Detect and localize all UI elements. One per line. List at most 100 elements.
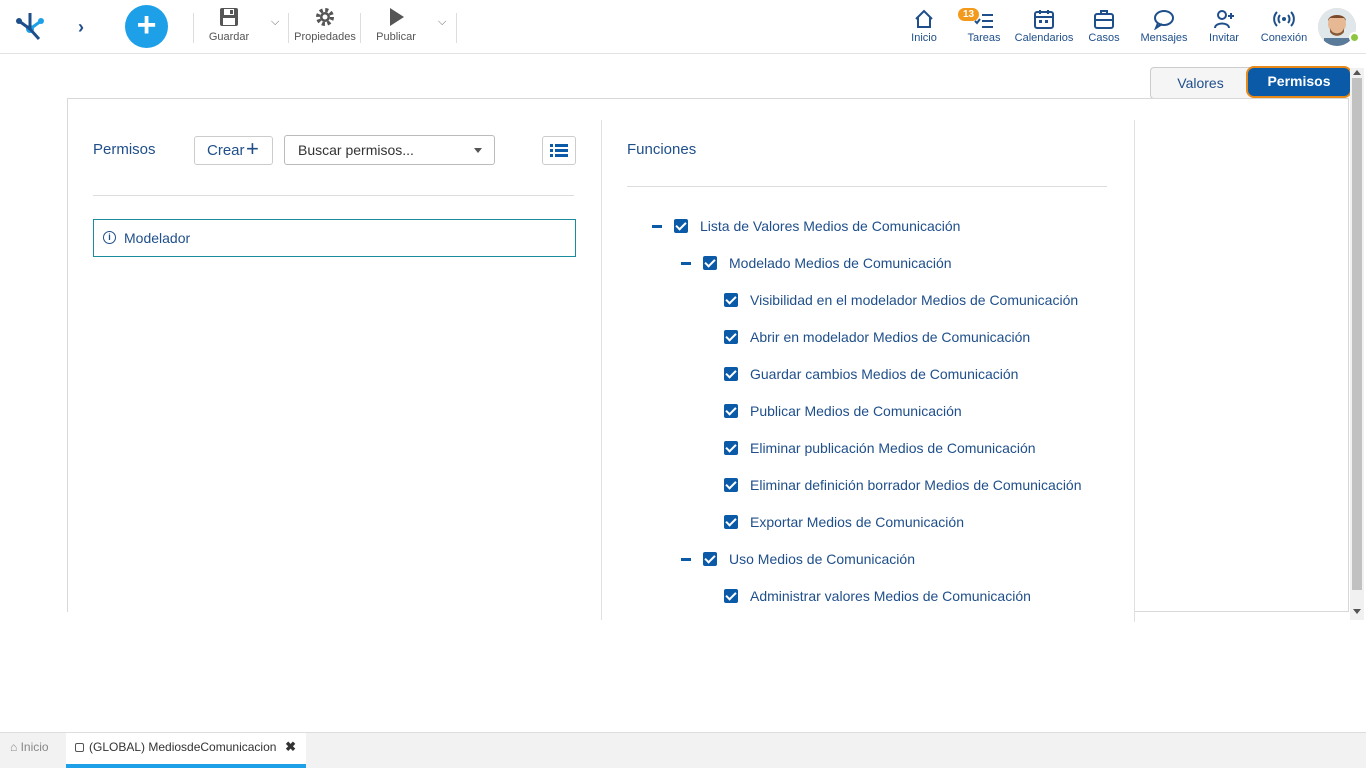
home-icon: ⌂ [10,740,18,754]
tree-node-label: Guardar cambios Medios de Comunicación [750,366,1019,382]
nav-calendarios-label: Calendarios [1014,32,1074,44]
tree-checkbox[interactable] [724,404,738,418]
tree-node[interactable]: Visibilidad en el modelador Medios de Co… [724,291,1144,311]
nav-mensajes-label: Mensajes [1140,32,1188,44]
tree-checkbox[interactable] [724,515,738,529]
tree-checkbox[interactable] [703,552,717,566]
online-status-indicator [1349,32,1360,43]
properties-button[interactable]: Propiedades [294,6,356,43]
bottom-tab-inicio-label: Inicio [20,740,49,754]
scroll-up-arrow-icon[interactable] [1353,70,1361,75]
tree-node-label: Eliminar definición borrador Medios de C… [750,477,1082,493]
close-tab-icon[interactable]: ✖ [285,733,296,761]
main-panel [67,98,1349,612]
tree-node[interactable]: Lista de Valores Medios de Comunicación [652,217,1072,237]
publish-button[interactable]: Publicar [374,6,418,43]
plus-icon: + [246,136,259,161]
tree-checkbox[interactable] [674,219,688,233]
tree-node-label: Administrar valores Medios de Comunicaci… [750,588,1031,604]
tree-node[interactable]: Administrar valores Medios de Comunicaci… [724,587,1144,607]
tasks-count-badge: 13 [958,8,980,21]
nav-invitar-label: Invitar [1209,32,1239,44]
bottom-tab-active-label: (GLOBAL) MediosdeComunicacion [89,740,277,754]
new-button[interactable]: + [125,5,168,48]
tree-checkbox[interactable] [703,256,717,270]
bottom-tab-active[interactable]: (GLOBAL) MediosdeComunicacion ✖ [66,733,306,768]
panel-border [1134,611,1349,612]
tree-node-label: Uso Medios de Comunicación [729,551,915,567]
nav-casos-label: Casos [1088,32,1120,44]
list-icon [550,144,568,157]
nav-calendarios[interactable]: Calendarios [1014,8,1074,44]
tree-node-label: Modelado Medios de Comunicación [729,255,952,271]
tree-node-label: Eliminar publicación Medios de Comunicac… [750,440,1036,456]
properties-button-label: Propiedades [294,31,356,43]
search-select-value: Buscar permisos... [298,142,414,158]
chat-bubble-icon [1154,10,1174,30]
tree-node[interactable]: Exportar Medios de Comunicación [724,513,1144,533]
nav-invitar[interactable]: Invitar [1204,8,1244,44]
permission-item-modelador[interactable]: i Modelador [93,219,576,257]
tree-checkbox[interactable] [724,293,738,307]
broadcast-icon [1273,11,1295,27]
tree-node[interactable]: Uso Medios de Comunicación [681,550,1101,570]
tree-checkbox[interactable] [724,478,738,492]
nav-inicio[interactable]: Inicio [904,8,944,44]
nav-inicio-label: Inicio [911,32,937,44]
collapse-minus-icon[interactable] [681,558,691,561]
info-icon: i [103,231,116,244]
caret-down-icon [474,148,482,153]
create-permission-button[interactable]: Crear + [194,136,273,165]
scroll-down-arrow-icon[interactable] [1353,609,1361,614]
permissions-title: Permisos [93,141,156,158]
tree-node[interactable]: Abrir en modelador Medios de Comunicació… [724,328,1144,348]
nav-conexion[interactable]: Conexión [1258,8,1310,44]
tree-node-label: Abrir en modelador Medios de Comunicació… [750,329,1031,345]
nav-casos[interactable]: Casos [1084,8,1124,44]
tree-node-label: Publicar Medios de Comunicación [750,403,962,419]
tree-node-label: Exportar Medios de Comunicación [750,514,964,530]
permission-item-label: Modelador [124,230,191,246]
tree-node[interactable]: Eliminar publicación Medios de Comunicac… [724,439,1144,459]
functions-title: Funciones [627,141,697,158]
tab-valores[interactable]: Valores [1150,67,1250,99]
list-view-button[interactable] [542,136,576,165]
nav-mensajes[interactable]: Mensajes [1138,8,1190,44]
expand-chevron-icon[interactable]: › [78,17,84,38]
object-icon [75,743,84,752]
divider [93,195,574,196]
tree-node[interactable]: Eliminar definición borrador Medios de C… [724,476,1144,496]
publish-dropdown-chevron-icon[interactable]: ⌵ [438,16,446,29]
floppy-disk-icon [220,8,238,26]
tree-node[interactable]: Publicar Medios de Comunicación [724,402,1144,422]
scrollbar-thumb[interactable] [1352,78,1362,590]
toolbar-divider [360,13,361,43]
toolbar-divider [288,13,289,43]
tree-node[interactable]: Modelado Medios de Comunicación [681,254,1101,274]
tree-checkbox[interactable] [724,367,738,381]
tree-checkbox[interactable] [724,441,738,455]
tab-permisos[interactable]: Permisos [1246,66,1352,98]
tree-node-label: Lista de Valores Medios de Comunicación [700,218,961,234]
create-button-label: Crear [207,142,245,159]
collapse-minus-icon[interactable] [681,262,691,265]
tree-checkbox[interactable] [724,330,738,344]
permission-search-select[interactable]: Buscar permisos... [284,135,495,165]
tree-checkbox[interactable] [724,589,738,603]
save-button-label: Guardar [208,31,250,43]
nav-conexion-label: Conexión [1260,32,1308,44]
gear-icon [316,8,334,26]
divider [627,186,1107,187]
nav-tareas-label: Tareas [967,32,1001,44]
tree-node-label: Visibilidad en el modelador Medios de Co… [750,292,1079,308]
briefcase-icon [1094,10,1114,29]
save-dropdown-chevron-icon[interactable]: ⌵ [271,16,279,29]
save-button[interactable]: Guardar [207,6,251,43]
calendar-icon [1034,10,1054,29]
app-logo-icon[interactable] [13,9,47,43]
toolbar-divider [456,13,457,43]
tree-node[interactable]: Guardar cambios Medios de Comunicación [724,365,1144,385]
bottom-tab-inicio[interactable]: ⌂ Inicio [10,740,49,754]
collapse-minus-icon[interactable] [652,225,662,228]
home-icon [915,9,933,28]
